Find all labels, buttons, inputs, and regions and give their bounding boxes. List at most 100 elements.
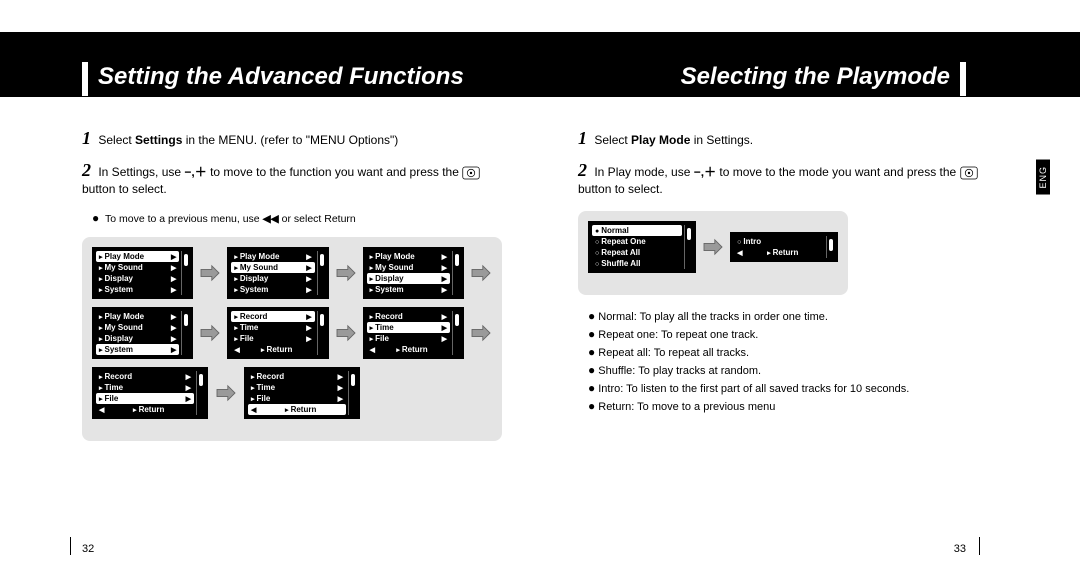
menu-item: Shuffle All	[592, 258, 682, 269]
page-divider	[979, 537, 980, 555]
text: button to select.	[578, 182, 663, 196]
text: To move to a previous menu, use	[105, 213, 263, 225]
menu-item: Return	[248, 404, 346, 415]
menu-item: File	[367, 333, 450, 344]
step-2-left: 2 In Settings, use −,＋ to move to the fu…	[82, 162, 502, 197]
menu-item: My Sound	[96, 322, 179, 333]
menu-screenshot: RecordTimeFileReturn	[227, 307, 328, 359]
menu-item: Record	[231, 311, 314, 322]
menu-item: My Sound	[96, 262, 179, 273]
scrollbar-icon	[181, 251, 189, 295]
scrollbar-icon	[452, 311, 460, 355]
menu-item: Repeat All	[592, 247, 682, 258]
menu-item: System	[231, 284, 314, 295]
menu-item: Display	[367, 273, 450, 284]
page-divider	[70, 537, 71, 555]
menu-item: Play Mode	[231, 251, 314, 262]
list-item: ●Normal: To play all the tracks in order…	[588, 309, 1008, 325]
list-item: ●Repeat one: To repeat one track.	[588, 327, 1008, 343]
menu-item: Repeat One	[592, 236, 682, 247]
menu-screenshot: RecordTimeFileReturn	[363, 307, 464, 359]
scrollbar-icon	[452, 251, 460, 295]
bullet-icon: ●	[588, 345, 595, 359]
arrow-right-icon	[214, 383, 238, 403]
menu-item: My Sound	[367, 262, 450, 273]
text: in the MENU. (refer to "MENU Options")	[182, 133, 398, 147]
bullet-icon: ●	[588, 327, 595, 341]
menu-item: Display	[231, 273, 314, 284]
menu-screenshot: Play ModeMy SoundDisplaySystem	[227, 247, 328, 299]
list-item: ●Shuffle: To play tracks at random.	[588, 363, 1008, 379]
scrollbar-icon	[181, 311, 189, 355]
diagram-panel-left: Play ModeMy SoundDisplaySystemPlay ModeM…	[82, 237, 502, 441]
left-column: 1 Select Settings in the MENU. (refer to…	[82, 130, 502, 441]
scrollbar-icon	[317, 311, 325, 355]
bullet-icon: ●	[92, 211, 99, 225]
language-tab: ENG	[1036, 160, 1050, 195]
text: in Settings.	[690, 133, 753, 147]
diagram-row: Play ModeMy SoundDisplaySystemRecordTime…	[92, 307, 492, 359]
menu-item: Play Mode	[367, 251, 450, 262]
menu-item: File	[96, 393, 194, 404]
page-number-right: 33	[954, 543, 966, 555]
right-column: 1 Select Play Mode in Settings. 2 In Pla…	[578, 130, 1008, 417]
step-number-icon: 1	[82, 128, 91, 148]
step-1-left: 1 Select Settings in the MENU. (refer to…	[82, 130, 502, 148]
bullet-icon: ●	[588, 309, 595, 323]
menu-item: File	[231, 333, 314, 344]
step-2-right: 2 In Play mode, use −,＋ to move to the m…	[578, 162, 1008, 197]
menu-screenshot: RecordTimeFileReturn	[244, 367, 360, 419]
rewind-icon: ◀◀	[263, 213, 279, 225]
text: button to select.	[82, 182, 167, 196]
scrollbar-icon	[317, 251, 325, 295]
menu-screenshot: NormalRepeat OneRepeat AllShuffle All	[588, 221, 696, 273]
menu-item: Time	[96, 382, 194, 393]
menu-screenshot: Play ModeMy SoundDisplaySystem	[92, 247, 193, 299]
bullet-icon: ●	[588, 399, 595, 413]
text: or select Return	[279, 213, 356, 225]
arrow-right-icon	[199, 263, 221, 283]
diagram-row: RecordTimeFileReturnRecordTimeFileReturn	[92, 367, 492, 419]
page-number-left: 32	[82, 543, 94, 555]
menu-item: File	[248, 393, 346, 404]
menu-item: System	[96, 344, 179, 355]
text-bold: Play Mode	[631, 133, 690, 147]
list-item: ●Intro: To listen to the first part of a…	[588, 381, 1008, 397]
menu-item: Record	[248, 371, 346, 382]
page-title-right: Selecting the Playmode	[681, 62, 966, 96]
bullet-icon: ●	[588, 363, 595, 377]
menu-item: Play Mode	[96, 311, 179, 322]
diagram-row: NormalRepeat OneRepeat AllShuffle All Int…	[588, 221, 838, 273]
arrow-right-icon	[335, 323, 357, 343]
text: Select	[594, 133, 631, 147]
menu-item: Intro	[734, 236, 824, 247]
menu-item: Time	[231, 322, 314, 333]
minus-plus-icon: −,＋	[694, 165, 716, 179]
encoder-button-icon	[462, 165, 480, 181]
arrow-right-icon	[199, 323, 221, 343]
list-item: ●Return: To move to a previous menu	[588, 399, 1008, 415]
arrow-right-icon	[702, 237, 724, 257]
text: In Settings, use	[98, 165, 184, 179]
menu-screenshot: Play ModeMy SoundDisplaySystem	[363, 247, 464, 299]
mode-description-list: ●Normal: To play all the tracks in order…	[588, 309, 1008, 415]
menu-item: Display	[96, 273, 179, 284]
arrow-right-icon	[470, 263, 492, 283]
text-bold: Settings	[135, 133, 182, 147]
menu-item: My Sound	[231, 262, 314, 273]
arrow-right-icon	[335, 263, 357, 283]
menu-screenshot: IntroReturn	[730, 232, 838, 262]
scrollbar-icon	[684, 225, 692, 269]
menu-item: Time	[367, 322, 450, 333]
menu-item: Return	[96, 404, 194, 415]
menu-item: Record	[96, 371, 194, 382]
menu-item: Return	[367, 344, 450, 355]
text: to move to the function you want and pre…	[207, 165, 463, 179]
menu-screenshot: Play ModeMy SoundDisplaySystem	[92, 307, 193, 359]
step-number-icon: 2	[578, 160, 587, 180]
menu-item: Record	[367, 311, 450, 322]
note-left: ● To move to a previous menu, use ◀◀ or …	[92, 211, 502, 225]
step-number-icon: 2	[82, 160, 91, 180]
menu-item: System	[96, 284, 179, 295]
diagram-panel-right: NormalRepeat OneRepeat AllShuffle All Int…	[578, 211, 848, 295]
